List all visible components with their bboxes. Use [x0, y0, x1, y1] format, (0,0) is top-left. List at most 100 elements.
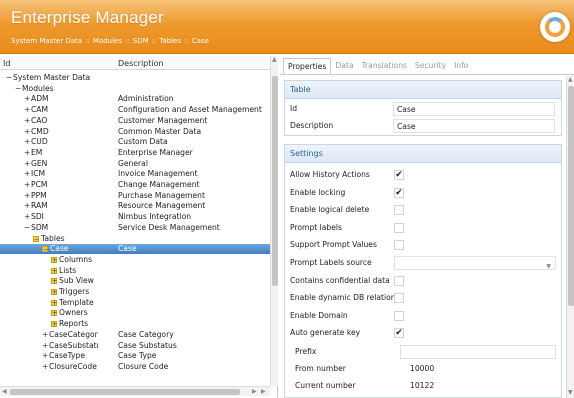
tree-node[interactable]: + Reports [51, 319, 88, 329]
tree-row[interactable]: +CAO Customer Management [0, 116, 270, 126]
tree-node[interactable]: + Triggers [51, 287, 89, 297]
tree-node[interactable]: +SDI [24, 212, 44, 222]
tab-security[interactable]: Security [411, 58, 450, 74]
tree-node[interactable]: +CAM [24, 105, 48, 115]
tree-node[interactable]: + Sub View [51, 276, 94, 286]
tree-row[interactable]: +ClosureCode Closure Code [0, 362, 270, 372]
breadcrumb-item[interactable]: Case [192, 37, 209, 45]
tree-row[interactable]: +CMD Common Master Data [0, 127, 270, 137]
tree-node[interactable]: +ICM [24, 169, 45, 179]
tree-row[interactable]: +ICM Invoice Management [0, 169, 270, 179]
breadcrumb-item[interactable]: Modules [93, 37, 122, 45]
expand-icon[interactable]: + [42, 330, 49, 340]
tree-row[interactable]: + Sub View [0, 276, 270, 286]
tree-node[interactable]: −System Master Data [6, 73, 90, 83]
key-setting-field[interactable] [400, 345, 556, 359]
setting-checkbox[interactable]: ✔ [394, 170, 404, 180]
expand-icon[interactable]: + [24, 169, 31, 179]
tree-node[interactable]: +ClosureCode [42, 362, 97, 372]
tab-translations[interactable]: Translations [358, 58, 411, 74]
tree-row[interactable]: + Lists [0, 266, 270, 276]
setting-checkbox[interactable] [394, 240, 404, 251]
tree-node[interactable]: +RAM [24, 201, 48, 211]
tree-node[interactable]: + Template [51, 298, 94, 308]
scroll-up-icon[interactable]: ▲ [568, 76, 573, 83]
tree-node[interactable]: −Modules [15, 84, 54, 94]
tree-node[interactable]: −SDM [24, 223, 48, 233]
setting-checkbox[interactable] [394, 293, 404, 304]
tree-row[interactable]: + Triggers [0, 287, 270, 297]
key-setting-field[interactable]: 10122 [400, 379, 556, 393]
expand-icon[interactable]: + [24, 94, 31, 104]
tree-node[interactable]: +GEN [24, 159, 47, 169]
expand-icon[interactable]: + [24, 201, 31, 211]
tree-row[interactable]: − Tables [0, 234, 270, 244]
expand-icon[interactable]: + [24, 137, 31, 147]
tab-data[interactable]: Data [331, 58, 357, 74]
tree-vertical-scrollbar[interactable]: ▲ [270, 56, 278, 386]
tree-row[interactable]: − Case Case [0, 244, 270, 255]
tree-node[interactable]: +CUD [24, 137, 48, 147]
tab-properties[interactable]: Properties [283, 58, 332, 74]
expand-icon[interactable]: + [24, 180, 31, 190]
collapse-icon[interactable]: − [42, 246, 48, 253]
scroll-down-icon[interactable]: ▼ [568, 389, 573, 396]
tree-node[interactable]: +EM [24, 148, 42, 158]
setting-checkbox[interactable]: ✔ [394, 187, 404, 198]
tree-row[interactable]: +RAM Resource Management [0, 201, 270, 211]
tree-node[interactable]: +CMD [24, 127, 49, 137]
id-field[interactable]: Case [393, 102, 555, 116]
expand-icon[interactable]: + [51, 289, 57, 296]
tree-row[interactable]: +SDI Nimbus Integration [0, 212, 270, 222]
tree-row[interactable]: −Modules [0, 84, 270, 94]
description-field[interactable]: Case [393, 119, 555, 133]
scroll-right-icon[interactable]: ▶ [252, 388, 257, 395]
tree-row[interactable]: +CUD Custom Data [0, 137, 270, 147]
expand-icon[interactable]: + [24, 212, 31, 222]
scroll-end-icon[interactable]: ▶ [261, 388, 266, 395]
expand-icon[interactable]: + [24, 105, 31, 115]
setting-checkbox[interactable] [394, 222, 404, 233]
collapse-icon[interactable]: − [6, 73, 13, 83]
properties-vertical-scrollbar[interactable]: ▲ ▼ [566, 76, 574, 398]
tree-row[interactable]: +CaseCategor Case Category [0, 330, 270, 340]
expand-icon[interactable]: + [51, 321, 57, 328]
tab-info[interactable]: Info [450, 58, 472, 74]
tree-row[interactable]: +CaseType Case Type [0, 351, 270, 361]
column-description-header[interactable]: Description [118, 59, 164, 68]
tree-node[interactable]: +PCM [24, 180, 47, 190]
tree-row[interactable]: +EM Enterprise Manager [0, 148, 270, 158]
tree-row[interactable]: + Reports [0, 319, 270, 329]
scroll-up-icon[interactable]: ▲ [272, 56, 277, 63]
setting-checkbox[interactable]: ✔ [394, 328, 404, 339]
scroll-left-icon[interactable]: ◀ [2, 388, 7, 395]
tree-row[interactable]: −System Master Data [0, 73, 270, 83]
tree-node[interactable]: +CaseCategor [42, 330, 98, 340]
scroll-thumb[interactable] [10, 389, 240, 395]
tree-row[interactable]: + Owners [0, 308, 270, 318]
collapse-icon[interactable]: − [33, 235, 39, 242]
expand-icon[interactable]: + [51, 267, 57, 274]
prompt-labels-source-dropdown[interactable]: ▼ [394, 256, 556, 270]
expand-icon[interactable]: + [24, 148, 31, 158]
tree-node[interactable]: +CaseType [42, 351, 85, 361]
tree-row[interactable]: + Template [0, 298, 270, 308]
tree-node[interactable]: − Case [42, 244, 69, 254]
expand-icon[interactable]: + [42, 362, 49, 372]
expand-icon[interactable]: + [51, 310, 57, 317]
tree-node[interactable]: +PPM [24, 191, 47, 201]
tree-node[interactable]: +CaseSubstatı [42, 341, 99, 351]
tree-node[interactable]: + Lists [51, 266, 76, 276]
collapse-icon[interactable]: − [24, 223, 31, 233]
tree-row[interactable]: +PCM Change Management [0, 180, 270, 190]
key-setting-field[interactable]: 10000 [400, 362, 556, 376]
tree-row[interactable]: + Columns [0, 255, 270, 265]
expand-icon[interactable]: + [42, 351, 49, 361]
breadcrumb-item[interactable]: System Master Data [11, 37, 82, 45]
tree-node[interactable]: +ADM [24, 94, 49, 104]
setting-checkbox[interactable] [394, 310, 404, 321]
tree-node[interactable]: + Owners [51, 308, 88, 318]
expand-icon[interactable]: + [51, 278, 57, 285]
tree-row[interactable]: +GEN General [0, 159, 270, 169]
setting-checkbox[interactable] [394, 275, 404, 286]
